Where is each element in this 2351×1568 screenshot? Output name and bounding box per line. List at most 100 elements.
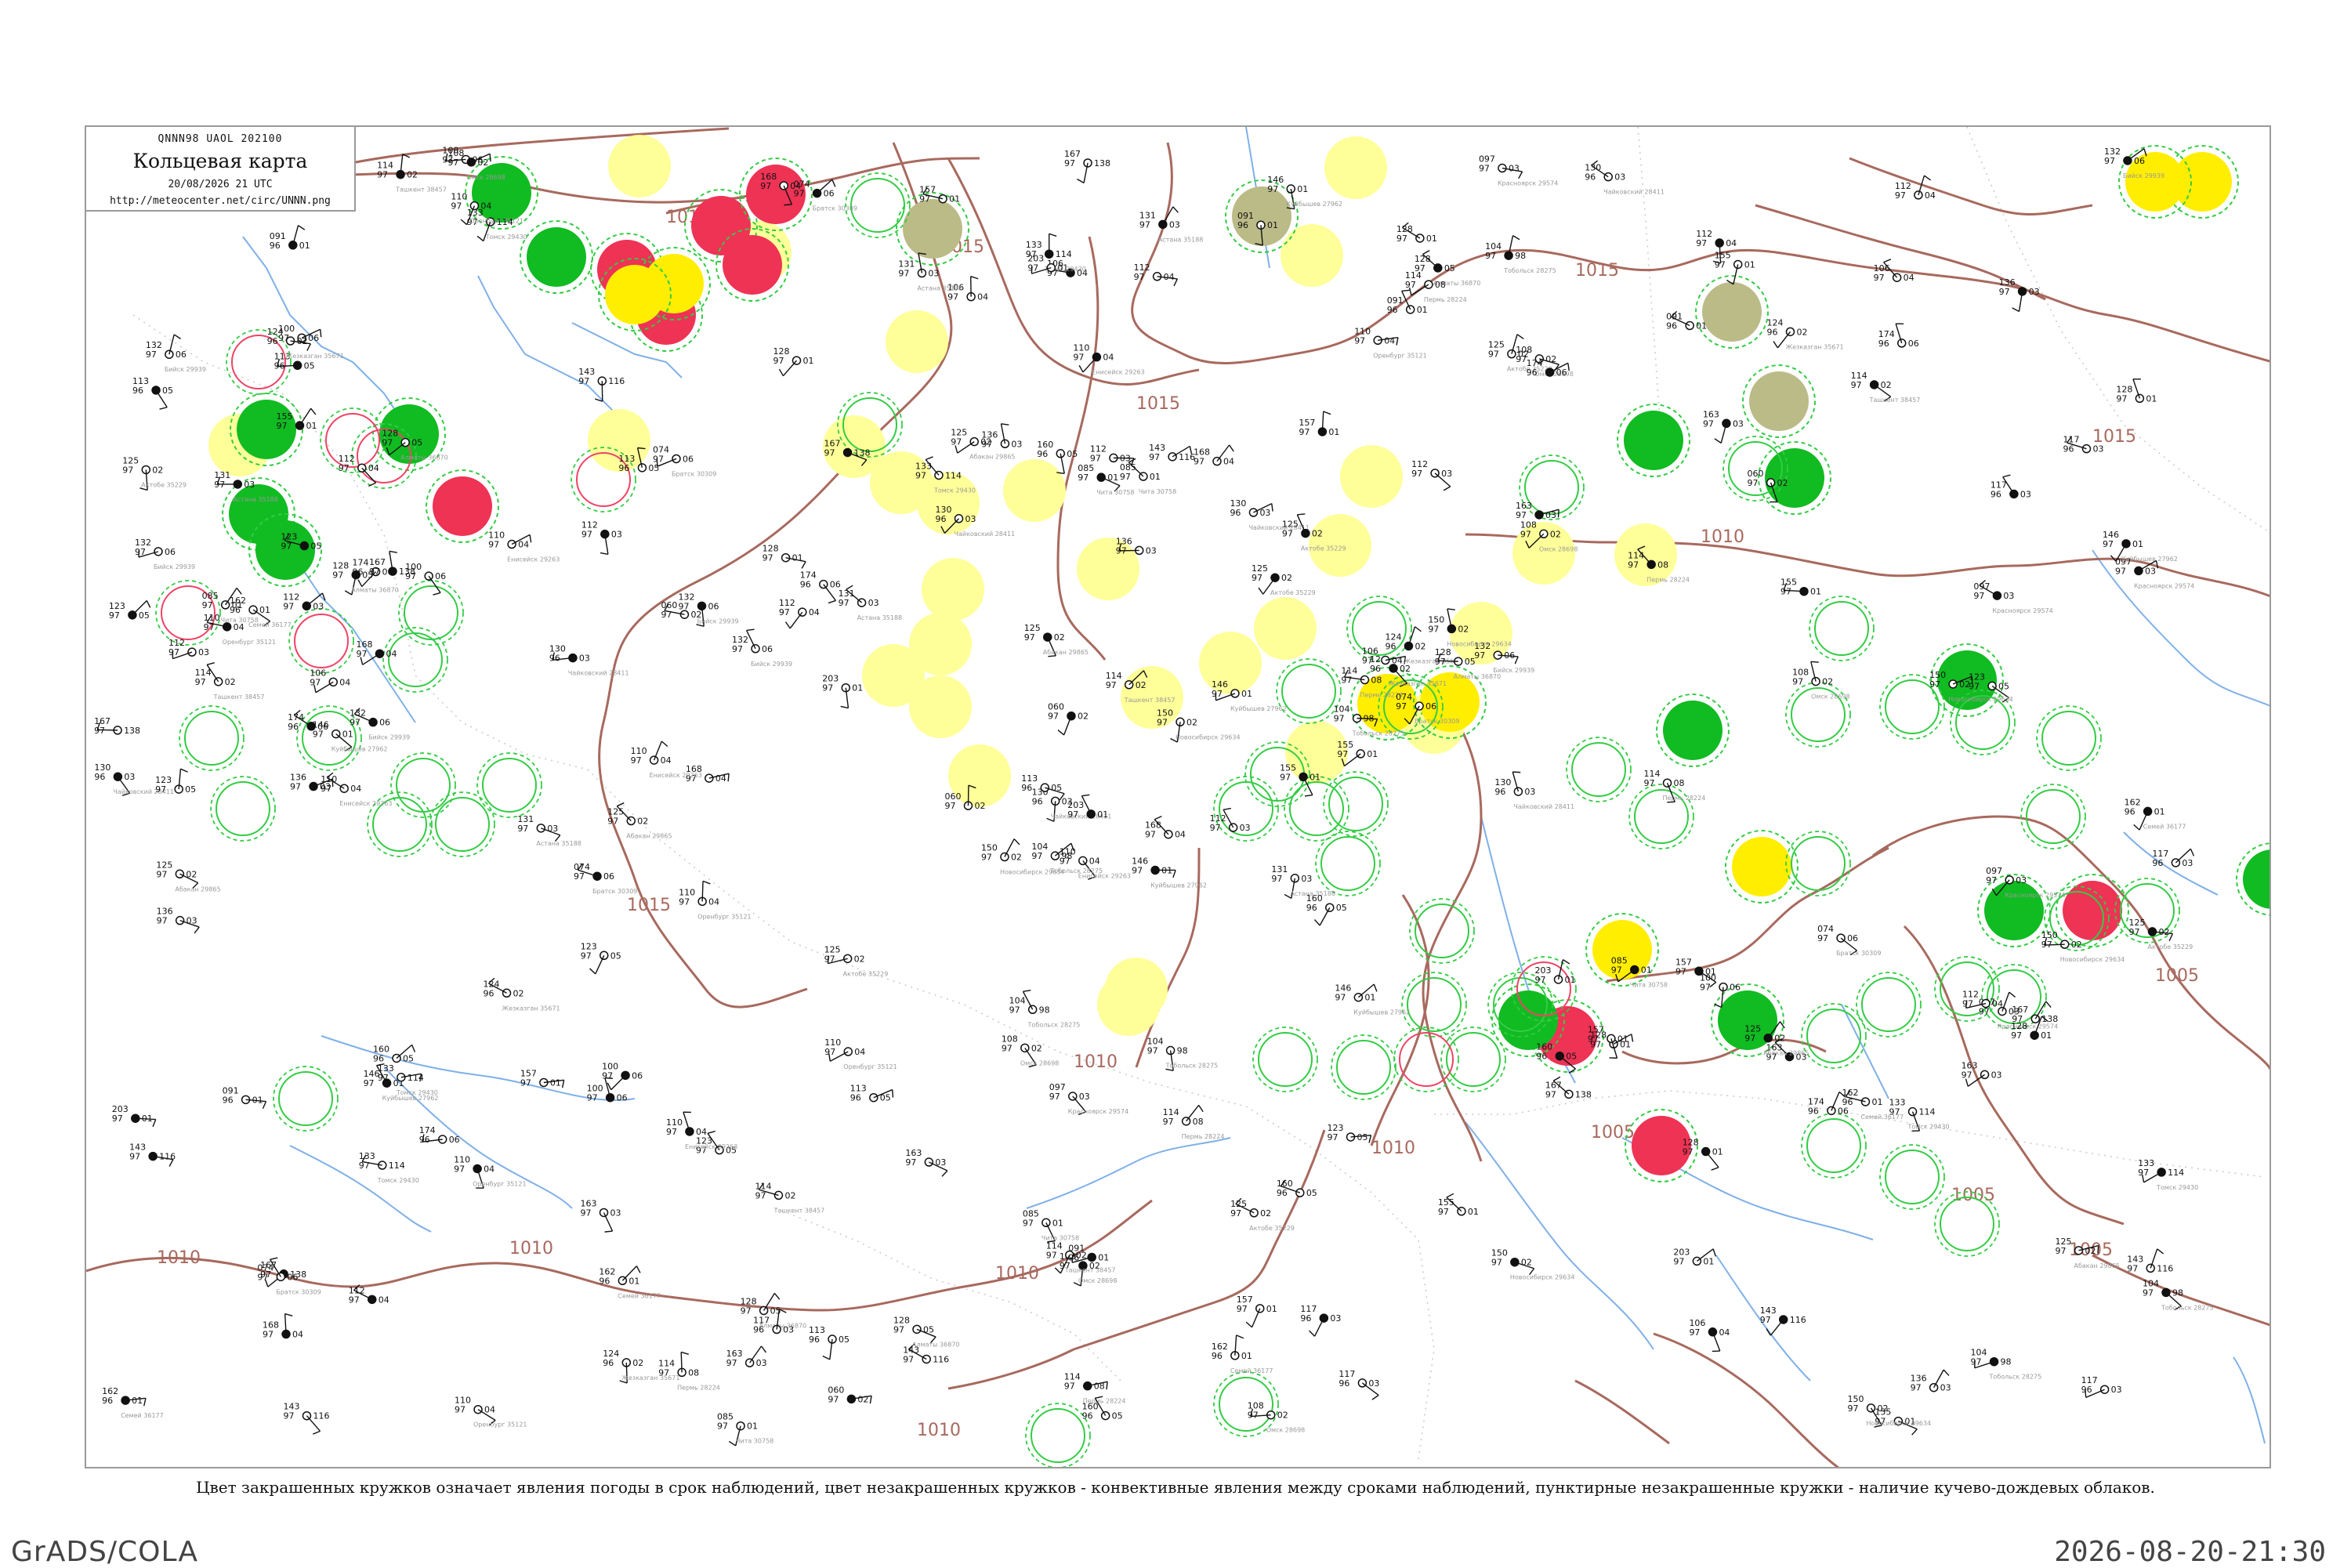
- station-plot[interactable]: 1289705Алматы 36870: [741, 1293, 807, 1329]
- station-plot[interactable]: 1179603: [2081, 1375, 2122, 1397]
- station-plot[interactable]: 1179603: [1991, 475, 2031, 499]
- station-plot[interactable]: 2039701: [1535, 960, 1576, 985]
- station-plot[interactable]: 1689704: [356, 639, 397, 664]
- station-plot[interactable]: 1609605: [373, 1044, 415, 1063]
- station-plot[interactable]: 1579701: [919, 185, 960, 205]
- station-plot[interactable]: 1629601Семей 36177: [102, 1386, 164, 1419]
- station-plot[interactable]: 1329706Бийск 29939: [350, 708, 410, 741]
- station-plot[interactable]: 1149708Пермь 28224: [1405, 270, 1467, 303]
- station-plot[interactable]: 0979703Красноярск 29574: [1986, 866, 2065, 899]
- station-plot[interactable]: 0919601: [1666, 311, 1707, 331]
- station-plot[interactable]: 2039701: [822, 674, 863, 708]
- station-plot[interactable]: 1129704: [349, 1285, 389, 1305]
- station-plot[interactable]: 1009706: [602, 1061, 643, 1089]
- station-plot[interactable]: 1369703: [981, 424, 1022, 450]
- station-plot[interactable]: 1559701: [1715, 250, 1755, 284]
- station-plot[interactable]: 1509702Новосибирск 29634: [1157, 708, 1241, 742]
- station-plot[interactable]: 1259702Абакан 29865: [156, 860, 220, 893]
- station-plot[interactable]: 14397116: [283, 1402, 329, 1434]
- station-plot[interactable]: 1129703: [1411, 459, 1452, 491]
- station-plot[interactable]: 1109704Енисейск 29263: [1073, 343, 1144, 376]
- station-plot[interactable]: 16797138: [1545, 1077, 1592, 1099]
- station-plot[interactable]: 1109704Оренбург 35121: [455, 1396, 527, 1429]
- station-plot[interactable]: 1369703: [1999, 277, 2040, 312]
- station-plot[interactable]: 1109704Оренбург 35121: [679, 881, 751, 920]
- station-plot[interactable]: 1319703Астана 35188: [898, 253, 962, 292]
- station-plot[interactable]: 1179603: [2152, 849, 2193, 868]
- station-plot[interactable]: 1129703: [1210, 809, 1251, 834]
- station-plot[interactable]: 1309603Чайковский 28411: [1585, 161, 1665, 196]
- station-plot[interactable]: 1639703: [1703, 409, 1744, 443]
- station-plot[interactable]: 1609605: [1277, 1179, 1317, 1198]
- station-plot[interactable]: 1089702Омск 28698: [1002, 1034, 1060, 1066]
- station-plot[interactable]: 2039701: [1673, 1247, 1715, 1266]
- station-plot[interactable]: 1149708Пермь 28224: [658, 1352, 720, 1391]
- station-plot[interactable]: 1049798Тобольск 28275: [1485, 236, 1556, 274]
- station-plot[interactable]: 1689704: [1194, 445, 1234, 467]
- station-plot[interactable]: 1109704Енисейск 29263: [631, 741, 702, 779]
- station-plot[interactable]: 1129703: [168, 638, 209, 658]
- station-plot[interactable]: 1109704Енисейск 29263: [666, 1112, 737, 1150]
- station-plot[interactable]: 1559701: [1438, 1193, 1479, 1216]
- station-plot[interactable]: 14397116: [1760, 1305, 1806, 1335]
- station-plot[interactable]: 1069704: [310, 668, 350, 692]
- station-plot[interactable]: 1319703Астана 35188: [1271, 864, 1335, 899]
- station-plot[interactable]: 1069704: [1689, 1318, 1730, 1352]
- station-plot[interactable]: 13397114Томск 29430: [359, 1151, 419, 1184]
- station-plot[interactable]: 1259702Актобе 35229: [2128, 918, 2193, 951]
- station-plot[interactable]: 1009706: [587, 1078, 628, 1103]
- source-url[interactable]: http://meteocenter.net/circ/UNNN.png: [86, 195, 354, 207]
- station-plot[interactable]: 1509702Новосибирск 29634: [1491, 1248, 1575, 1281]
- station-plot[interactable]: 1319703Астана 35188: [1139, 207, 1204, 244]
- station-plot[interactable]: 1239705: [581, 941, 621, 974]
- station-plot[interactable]: 1639703: [581, 1198, 621, 1232]
- station-plot[interactable]: 1259702Абакан 29865: [1744, 1022, 1809, 1057]
- station-plot[interactable]: 1129703: [581, 520, 622, 555]
- station-plot[interactable]: 1049798Тобольск 28275: [1971, 1348, 2042, 1381]
- station-plot[interactable]: 1149708Пермь 28224: [1064, 1372, 1126, 1405]
- station-plot[interactable]: 1109704Енисейск 29263: [321, 773, 392, 807]
- station-plot[interactable]: 13397114Томск 29430: [1889, 1098, 1950, 1132]
- station-plot[interactable]: 1369703: [1116, 536, 1157, 556]
- station-plot[interactable]: 0919601: [1387, 290, 1428, 315]
- station-plot[interactable]: 1289705Алматы 36870: [1415, 251, 1481, 287]
- station-plot[interactable]: 1329706Бийск 29939: [146, 335, 206, 373]
- station-plot[interactable]: 0919601: [223, 1085, 266, 1108]
- station-plot[interactable]: 1139605: [132, 376, 173, 409]
- station-plot[interactable]: 1109704Оренбург 35121: [824, 1037, 897, 1070]
- station-plot[interactable]: 1639703: [726, 1346, 767, 1368]
- station-plot[interactable]: 14397116: [2127, 1249, 2173, 1274]
- station-plot[interactable]: 1289701: [1683, 1138, 1723, 1171]
- station-plot[interactable]: 1289705Алматы 36870: [893, 1315, 960, 1348]
- station-plot[interactable]: 0609702: [828, 1385, 871, 1404]
- station-plot[interactable]: 14397116: [578, 367, 625, 401]
- station-plot[interactable]: 1579701: [1237, 1295, 1277, 1327]
- station-plot[interactable]: 1559701: [1780, 578, 1821, 597]
- station-plot[interactable]: 1139605: [850, 1084, 893, 1103]
- station-plot[interactable]: 1329706Бийск 29939: [732, 629, 792, 668]
- station-plot[interactable]: 1369703: [157, 907, 200, 933]
- station-plot[interactable]: 0919601: [270, 226, 310, 251]
- station-plot[interactable]: 2039701: [1067, 795, 1108, 820]
- station-plot[interactable]: 0979703Красноярск 29574: [1973, 580, 2052, 614]
- station-plot[interactable]: 1049798Тобольск 28275: [2143, 1278, 2214, 1311]
- station-plot[interactable]: 1249602Жезказган 35671: [1766, 317, 1843, 350]
- station-plot[interactable]: 1249602Жезказган 35671: [484, 978, 560, 1012]
- station-plot[interactable]: 1579701: [1299, 411, 1339, 437]
- station-plot[interactable]: 1629601Семей 36177: [2125, 797, 2186, 830]
- station-plot[interactable]: 1239705: [155, 769, 196, 795]
- station-plot[interactable]: 1149702Ташкент 38457: [1851, 371, 1921, 404]
- station-plot[interactable]: 0749706Братск 30309: [574, 862, 637, 895]
- station-plot[interactable]: 1469701Куйбышев 27962: [364, 1064, 439, 1102]
- station-plot[interactable]: 1289701: [1396, 223, 1437, 244]
- station-plot[interactable]: 1259702Актобе 35229: [122, 455, 187, 490]
- station-plot[interactable]: 1639703: [905, 1148, 947, 1176]
- station-plot[interactable]: 1049798Тобольск 28275: [1009, 990, 1081, 1029]
- station-plot[interactable]: 1149702Ташкент 38457: [755, 1181, 824, 1214]
- station-plot[interactable]: 1469701Куйбышев 27962: [1335, 983, 1410, 1016]
- station-plot[interactable]: 1689704: [263, 1314, 303, 1340]
- station-plot[interactable]: 1369703: [1911, 1370, 1951, 1393]
- station-plot[interactable]: 1469701Куйбышев 27962: [2103, 530, 2178, 563]
- station-plot[interactable]: 1129704: [779, 598, 820, 628]
- station-plot[interactable]: 1259702Актобе 35229: [1230, 1198, 1295, 1231]
